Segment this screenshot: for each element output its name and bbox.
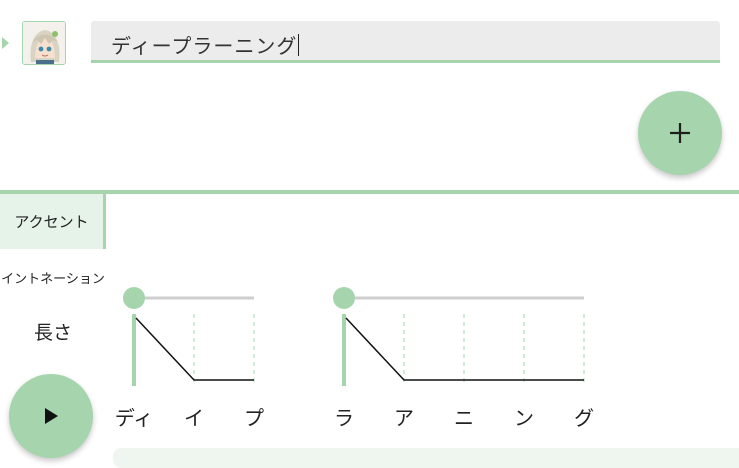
mora-label: グ bbox=[574, 406, 594, 430]
horizontal-scrollbar[interactable] bbox=[113, 448, 739, 468]
accent-slider-thumb[interactable] bbox=[123, 287, 145, 309]
accent-group-2: ラ ア ニ ン グ bbox=[333, 287, 594, 430]
accent-slider-thumb[interactable] bbox=[333, 287, 355, 309]
accent-group-1: ディ イ プ bbox=[115, 287, 264, 430]
mora-label: ラ bbox=[334, 406, 354, 430]
mora-label: ディ bbox=[115, 406, 154, 430]
accent-editor: ディ イ プ ラ ア ニ ン グ bbox=[115, 287, 594, 430]
mora-label: イ bbox=[184, 406, 204, 430]
mora-label: ニ bbox=[454, 406, 474, 430]
accent-pitch-line bbox=[135, 317, 254, 381]
accent-pitch-line bbox=[345, 317, 584, 381]
mora-label: ン bbox=[514, 406, 534, 430]
mora-label: ア bbox=[394, 406, 414, 430]
mora-label: プ bbox=[244, 406, 264, 430]
